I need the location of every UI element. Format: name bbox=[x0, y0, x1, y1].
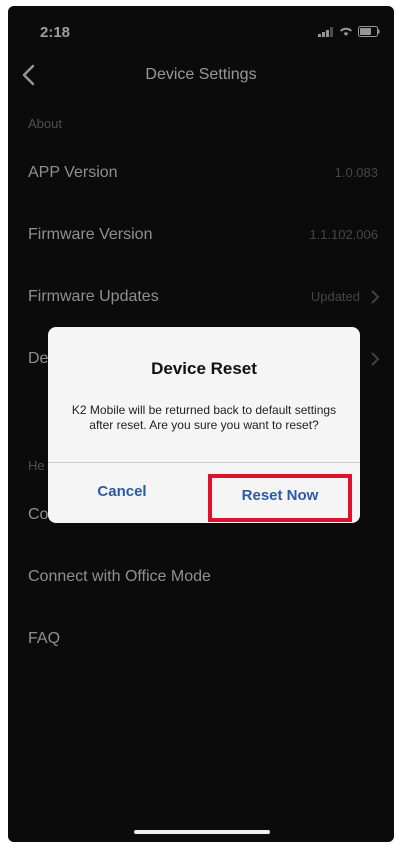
phone-screen: 2:18 Device Settings About APP Version 1… bbox=[8, 6, 394, 842]
cancel-button[interactable]: Cancel bbox=[62, 470, 182, 514]
reset-now-button[interactable]: Reset Now bbox=[208, 474, 352, 522]
home-indicator bbox=[134, 830, 270, 834]
dialog-message: K2 Mobile will be returned back to defau… bbox=[71, 403, 337, 432]
dialog-title: Device Reset bbox=[151, 359, 257, 378]
device-reset-dialog: Device Reset K2 Mobile will be returned … bbox=[48, 327, 360, 523]
dialog-divider bbox=[48, 462, 360, 463]
